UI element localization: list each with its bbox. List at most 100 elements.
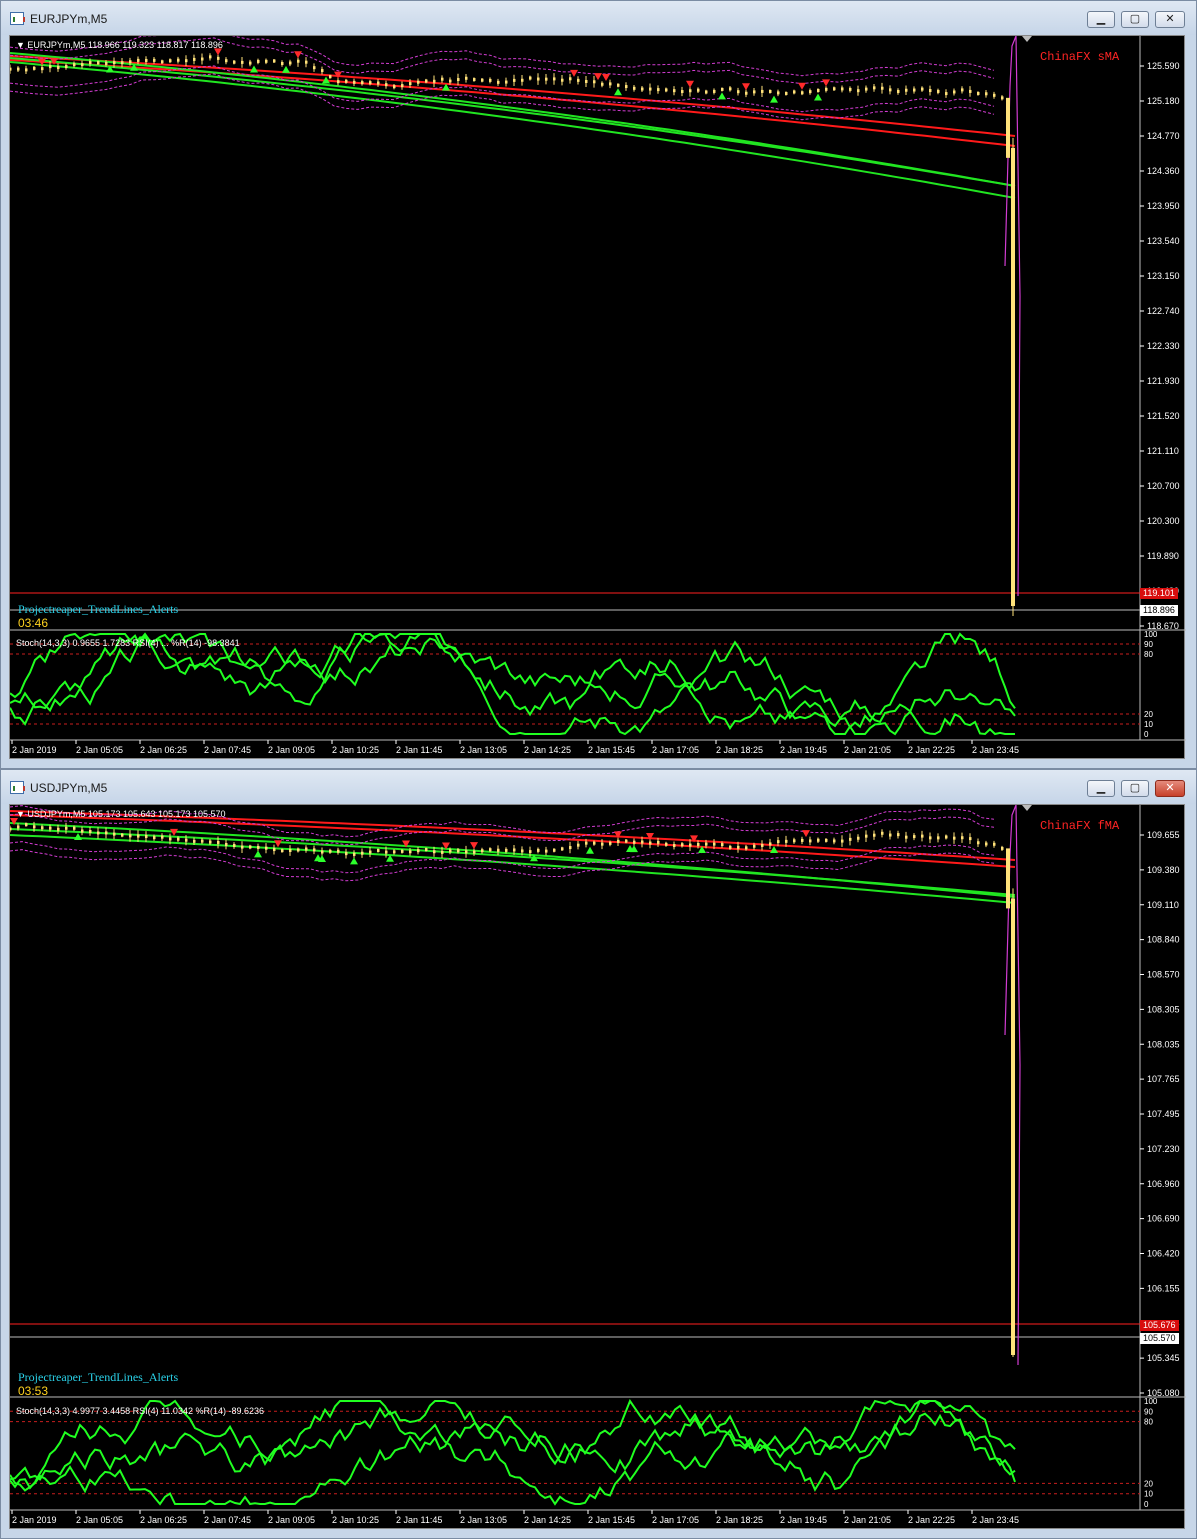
- candle-body: [177, 837, 180, 841]
- ask-price-tag: 119.101: [1140, 588, 1178, 599]
- oscillator-level-label: 100: [1144, 1397, 1158, 1406]
- candle-body: [281, 61, 284, 65]
- price-tick-label: 109.655: [1147, 830, 1180, 840]
- candle-body: [889, 88, 892, 92]
- time-tick-label: 2 Jan 10:25: [332, 745, 379, 755]
- candle-body: [937, 89, 940, 93]
- candle-body: [993, 93, 996, 97]
- bid-price-tag: 118.896: [1140, 605, 1178, 616]
- candle-body: [393, 850, 396, 854]
- moving-average-line: [10, 814, 1016, 868]
- moving-average-line: [10, 59, 1016, 147]
- candle-body: [825, 838, 828, 842]
- candle-body: [849, 87, 852, 91]
- time-tick-label: 2 Jan 22:25: [908, 745, 955, 755]
- candle-body: [721, 843, 724, 847]
- chart-canvas[interactable]: 109.655 109.380 109.110 108.840 108.570 108.3…: [9, 804, 1186, 1530]
- sell-arrow-icon: [594, 73, 602, 81]
- price-tick-label: 122.330: [1147, 341, 1180, 351]
- oscillator-header: Stoch(14,3,3) 4.9977 3.4458 RSI(4) 11.03…: [16, 1406, 264, 1416]
- time-tick-label: 2 Jan 14:25: [524, 745, 571, 755]
- candle-body: [417, 80, 420, 84]
- candle-body: [833, 839, 836, 843]
- chart-canvas[interactable]: 125.590 125.180 124.770 124.360 123.950 123.5…: [9, 35, 1186, 760]
- candle-body: [97, 831, 100, 835]
- candle-body: [585, 841, 588, 845]
- candle-body: [801, 838, 804, 842]
- candle-body: [481, 849, 484, 853]
- time-tick-label: 2 Jan 13:05: [460, 745, 507, 755]
- time-tick-label: 2 Jan 10:25: [332, 1515, 379, 1525]
- candle-body: [713, 89, 716, 93]
- price-chart[interactable]: 125.590 125.180 124.770 124.360 123.950 123.5…: [10, 36, 1186, 760]
- minimize-button[interactable]: ▁: [1087, 780, 1115, 797]
- candle-body: [361, 851, 364, 855]
- candle-body: [249, 845, 252, 849]
- titlebar[interactable]: USDJPYm,M5 ▁ ▢ ✕: [1, 770, 1196, 804]
- time-tick-label: 2 Jan 07:45: [204, 1515, 251, 1525]
- candle-body: [577, 843, 580, 847]
- price-tick-label: 108.840: [1147, 935, 1180, 945]
- candle-body: [113, 832, 116, 836]
- candle-body: [537, 848, 540, 852]
- candle-body: [561, 847, 564, 851]
- candle-body: [505, 848, 508, 852]
- sell-arrow-icon: [742, 83, 750, 91]
- price-tick-label: 108.305: [1147, 1004, 1180, 1014]
- sell-arrow-icon: [686, 80, 694, 88]
- candle-body: [777, 840, 780, 844]
- time-tick-label: 2 Jan 2019: [12, 745, 57, 755]
- candle-body: [497, 848, 500, 852]
- candle-body: [497, 80, 500, 84]
- sell-arrow-icon: [470, 842, 478, 850]
- maximize-button[interactable]: ▢: [1121, 780, 1149, 797]
- candle-body: [377, 848, 380, 852]
- candle-body: [297, 59, 300, 63]
- chart-window-eurjpy[interactable]: EURJPYm,M5 ▁ ▢ ✕ 125.590 125.180 124.770 12…: [0, 0, 1197, 769]
- candle-body: [705, 842, 708, 846]
- candle-body: [225, 842, 228, 846]
- time-tick-label: 2 Jan 09:05: [268, 1515, 315, 1525]
- bar-timer: 03:53: [18, 1384, 49, 1398]
- time-tick-label: 2 Jan 05:05: [76, 745, 123, 755]
- candle-body: [505, 80, 508, 84]
- candle-body: [961, 88, 964, 92]
- candle-body: [601, 842, 604, 846]
- close-button[interactable]: ✕: [1155, 780, 1185, 797]
- price-chart[interactable]: 109.655 109.380 109.110 108.840 108.570 108.3…: [10, 805, 1186, 1530]
- oscillator-level-label: 0: [1144, 1500, 1149, 1509]
- moving-average-line: [10, 828, 1016, 896]
- close-button[interactable]: ✕: [1155, 11, 1185, 28]
- price-tick-label: 122.740: [1147, 306, 1180, 316]
- candle-body: [81, 829, 84, 833]
- candle-body: [185, 838, 188, 842]
- maximize-button[interactable]: ▢: [1121, 11, 1149, 28]
- candle-body: [913, 835, 916, 839]
- oscillator-level-label: 20: [1144, 710, 1153, 719]
- candle-body: [257, 845, 260, 849]
- candle-body: [10, 67, 12, 71]
- candle-body: [145, 58, 148, 62]
- price-tick-label: 108.570: [1147, 970, 1180, 980]
- candle-body: [321, 69, 324, 73]
- chart-window-icon: [10, 781, 25, 794]
- candle-body: [833, 87, 836, 91]
- candle-body: [721, 87, 724, 91]
- time-tick-label: 2 Jan 18:25: [716, 1515, 763, 1525]
- candle-body: [897, 89, 900, 93]
- symbol-header-text: USDJPYm,M5 105.173 105.643 105.173 105.5…: [27, 809, 226, 819]
- minimize-button[interactable]: ▁: [1087, 11, 1115, 28]
- candle-body: [841, 839, 844, 843]
- candle-body: [97, 61, 100, 65]
- candle-body: [897, 833, 900, 837]
- candle-body: [545, 849, 548, 853]
- candle-body: [729, 87, 732, 91]
- time-tick-label: 2 Jan 09:05: [268, 745, 315, 755]
- chart-window-usdjpy[interactable]: USDJPYm,M5 ▁ ▢ ✕ 109.655 109.380 109.110 10…: [0, 769, 1197, 1539]
- candle-body: [137, 834, 140, 838]
- candle-body: [65, 826, 68, 830]
- candle-body: [561, 78, 564, 82]
- candle-body: [921, 87, 924, 91]
- titlebar[interactable]: EURJPYm,M5 ▁ ▢ ✕: [1, 1, 1196, 35]
- candle-body: [569, 846, 572, 850]
